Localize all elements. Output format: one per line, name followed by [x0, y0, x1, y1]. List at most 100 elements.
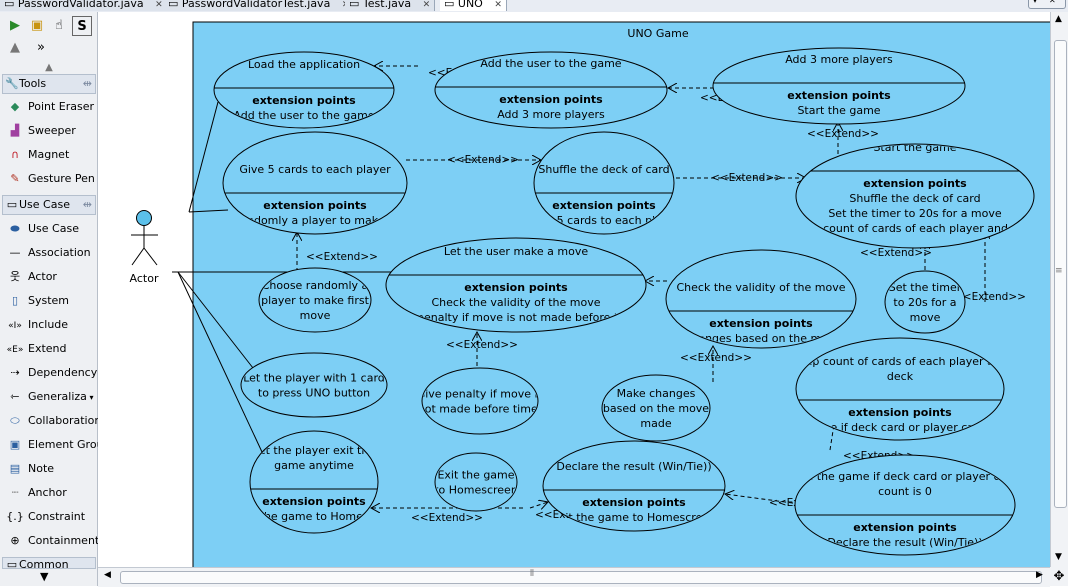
- use-case-name: Give penalty if move is: [417, 388, 544, 401]
- java-file-icon: ▭: [168, 0, 179, 10]
- close-icon[interactable]: ✕: [423, 0, 431, 10]
- use-case-name: Exit the game: [437, 469, 514, 482]
- tab-test-java[interactable]: ▭ Test.java ✕: [345, 0, 436, 11]
- tool-sweeper[interactable]: ▟ Sweeper: [6, 120, 96, 142]
- use-case-section-icon: ▭: [6, 198, 18, 211]
- tool-containment[interactable]: ⊕ Containment: [6, 530, 99, 552]
- include-icon: «I»: [8, 321, 22, 331]
- tool-extend[interactable]: «E» Extend: [6, 338, 96, 360]
- use-case-name: deck: [887, 370, 914, 383]
- section-common[interactable]: ▭ Common: [2, 557, 96, 569]
- close-window-icon[interactable]: ✕: [1049, 0, 1056, 5]
- tool-system[interactable]: ▯ System: [6, 290, 96, 312]
- extend-label: <<Extend>>: [711, 172, 783, 184]
- tool-label: Anchor: [28, 486, 67, 499]
- scroll-down-icon[interactable]: ▼: [1055, 552, 1062, 562]
- tool-magnet[interactable]: ∩ Magnet: [6, 144, 96, 166]
- tool-label: Extend: [28, 342, 67, 355]
- tab-password-validator[interactable]: ▭ PasswordValidator.java ✕: [0, 0, 168, 11]
- tool-label: Constraint: [28, 510, 86, 523]
- use-case-ellipse: [434, 452, 518, 512]
- extension-point: Shuffle the deck of card: [849, 192, 980, 205]
- tool-label: Use Case: [28, 222, 79, 235]
- actor-leg: [131, 247, 145, 266]
- hand-icon[interactable]: ☝: [50, 16, 68, 34]
- use-case-choose[interactable]: Choose randomly a player to make first mov…: [258, 267, 372, 333]
- scroll-down-icon[interactable]: ▼: [40, 570, 48, 583]
- tool-label: Point Eraser: [28, 100, 95, 113]
- use-case-load[interactable]: Load the application extension points Add …: [213, 51, 395, 129]
- extension-points-heading: extension points: [262, 495, 366, 508]
- use-case-add3[interactable]: Add 3 more players extension points Start …: [712, 47, 966, 125]
- expand-icon[interactable]: »: [32, 38, 50, 56]
- tool-collaboration[interactable]: ⬭ Collaboration: [6, 410, 101, 432]
- tool-dependency[interactable]: ⇢ Dependency: [6, 362, 98, 384]
- use-case-name: move: [910, 311, 941, 324]
- use-case-add-user[interactable]: Add the user to the game extension points…: [434, 51, 668, 129]
- use-case-timer[interactable]: Set the timer to 20s for a move: [884, 270, 966, 334]
- tool-note[interactable]: ▤ Note: [6, 458, 96, 480]
- use-case-letmove[interactable]: Let the user make a move extension points…: [385, 237, 647, 333]
- triangle-icon[interactable]: ▲: [6, 38, 24, 56]
- minimize-icon[interactable]: ▾: [1033, 0, 1037, 5]
- actor[interactable]: [131, 210, 158, 266]
- scroll-right-icon[interactable]: ▶: [1036, 570, 1043, 580]
- tab-label: UNO: [457, 0, 483, 10]
- containment-icon: ⊕: [10, 534, 20, 547]
- vertical-scrollbar[interactable]: ▲ ≡ ▼: [1050, 12, 1068, 567]
- tool-include[interactable]: «I» Include: [6, 314, 96, 336]
- section-use-case[interactable]: ▭ Use Case ⇹: [2, 195, 96, 215]
- anchor-icon: ┈: [11, 486, 19, 499]
- horizontal-scrollbar[interactable]: ◀ ⦀ ▶: [98, 567, 1050, 587]
- use-case-name: Check the validity of the move: [677, 281, 846, 294]
- scroll-thumb[interactable]: [120, 571, 1042, 584]
- tool-point-eraser[interactable]: ◆ Point Eraser: [6, 96, 96, 118]
- use-case-name: Shuffle the deck of card: [538, 163, 669, 176]
- tab-password-validator-test[interactable]: ▭ PasswordValidatorTest.java ✕: [164, 0, 355, 11]
- scroll-left-icon[interactable]: ◀: [104, 570, 111, 580]
- tab-uno[interactable]: ▭ UNO ✕: [440, 0, 507, 11]
- use-case-name: Let the user make a move: [444, 245, 588, 258]
- collaboration-icon: ⬭: [10, 414, 20, 427]
- sketch-icon[interactable]: S: [72, 16, 92, 36]
- use-case-declare[interactable]: Declare the result (Win/Tie)) extension p…: [542, 440, 726, 532]
- use-case-endgame[interactable]: End the game if deck card or player card…: [792, 454, 1017, 556]
- lock-icon[interactable]: ▣: [28, 16, 46, 34]
- tool-label: Element Grou: [28, 438, 104, 451]
- sweeper-icon: ▟: [10, 124, 20, 137]
- use-case-uno[interactable]: Let the player with 1 card to press UNO b…: [240, 352, 388, 418]
- extension-points-heading: extension points: [552, 199, 656, 212]
- section-tools[interactable]: 🔧Tools ⇹: [2, 74, 96, 94]
- tool-association[interactable]: — Association: [6, 242, 96, 264]
- tool-generalization[interactable]: ⇽ Generaliza ▾: [6, 386, 96, 408]
- tool-use-case[interactable]: ⬬ Use Case: [6, 218, 96, 240]
- close-icon[interactable]: ✕: [155, 0, 163, 10]
- dropdown-icon[interactable]: ▾: [87, 393, 93, 402]
- tool-constraint[interactable]: {.} Constraint: [6, 506, 96, 528]
- select-icon[interactable]: ▶: [6, 16, 24, 34]
- tool-label: Dependency: [28, 366, 98, 379]
- diagram-canvas[interactable]: UNO Game <<Extend>> <<Extend>> <<Extend>…: [98, 12, 1050, 567]
- use-case-name: count is 0: [878, 485, 932, 498]
- extend-label: <<Extend>>: [860, 247, 932, 259]
- extension-point: Check the validity of the move: [432, 296, 601, 309]
- pan-icon[interactable]: ✥: [1050, 567, 1068, 586]
- close-icon[interactable]: ✕: [494, 0, 502, 10]
- tool-actor[interactable]: 웃 Actor: [6, 266, 96, 288]
- use-case-name: Let the player with 1 card: [243, 372, 385, 385]
- tool-label: Collaboration: [28, 414, 102, 427]
- tool-anchor[interactable]: ┈ Anchor: [6, 482, 96, 504]
- use-case-changes[interactable]: Make changes based on the move made: [601, 374, 711, 442]
- use-case-name: Declare the result (Win/Tie)): [556, 460, 711, 473]
- tool-element-group[interactable]: ▣ Element Grou: [6, 434, 104, 456]
- system-title: UNO Game: [627, 27, 688, 40]
- extend-label: <<Extend>>: [807, 128, 879, 140]
- extend-label: <<Extend>>: [680, 352, 752, 364]
- scroll-up-icon[interactable]: ▲: [1055, 14, 1062, 24]
- tool-gesture-pen[interactable]: ✎ Gesture Pen: [6, 168, 96, 190]
- line-icon: —: [9, 246, 21, 259]
- use-case-exithome[interactable]: Exit the game to Homescreen: [434, 452, 518, 512]
- actor-head: [136, 210, 152, 226]
- extension-points-heading: extension points: [252, 94, 356, 107]
- tool-label: Association: [28, 246, 91, 259]
